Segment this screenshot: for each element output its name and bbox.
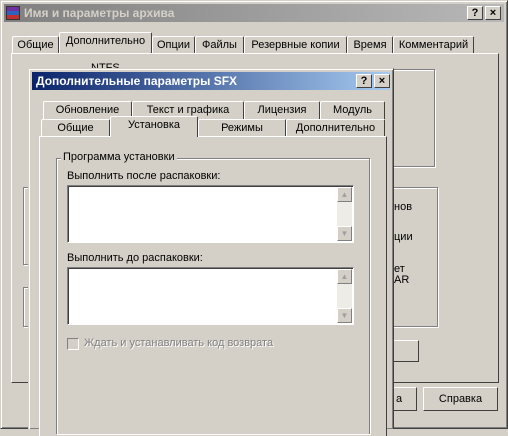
setup-tab-panel: Программа установки Выполнить после расп… xyxy=(39,136,387,436)
sfx-dialog-titlebar: Дополнительные параметры SFX ? × xyxy=(32,72,390,90)
tab-setup[interactable]: Установка xyxy=(110,116,198,137)
archive-help-caption-button[interactable]: ? xyxy=(467,6,483,20)
tab-backup[interactable]: Резервные копии xyxy=(244,36,347,54)
after-extract-label: Выполнить после распаковки: xyxy=(67,170,221,182)
help-button[interactable]: Справка xyxy=(423,387,498,411)
archive-window-titlebar: Имя и параметры архива ? × xyxy=(4,4,504,22)
setup-program-group: Программа установки Выполнить после расп… xyxy=(56,151,370,434)
sfx-options-dialog: Дополнительные параметры SFX ? × Обновле… xyxy=(28,68,394,436)
wait-exit-code-checkbox[interactable] xyxy=(67,338,79,350)
wait-exit-code-label: Ждать и устанавливать код возврата xyxy=(84,337,274,349)
tab-license[interactable]: Лицензия xyxy=(244,101,320,119)
winrar-app-icon xyxy=(6,6,20,20)
archive-window-title: Имя и параметры архива xyxy=(24,6,175,20)
tab-sfx-advanced[interactable]: Дополнительно xyxy=(286,119,385,137)
tab-comment[interactable]: Комментарий xyxy=(393,36,474,54)
before-extract-scrollbar[interactable]: ▲ ▼ xyxy=(337,269,352,323)
back-fragment-1: нов xyxy=(394,201,413,213)
tab-general[interactable]: Общие xyxy=(12,36,59,54)
archive-close-caption-button[interactable]: × xyxy=(485,6,501,20)
tab-time[interactable]: Время xyxy=(347,36,393,54)
tab-modes[interactable]: Режимы xyxy=(198,119,286,137)
back-fragment-2: ции xyxy=(394,231,413,243)
scroll-up-icon[interactable]: ▲ xyxy=(337,187,352,202)
setup-program-group-title: Программа установки xyxy=(61,151,177,163)
tab-files[interactable]: Файлы xyxy=(195,36,244,54)
scroll-up-icon[interactable]: ▲ xyxy=(337,269,352,284)
tab-module[interactable]: Модуль xyxy=(320,101,385,119)
after-extract-scrollbar[interactable]: ▲ ▼ xyxy=(337,187,352,241)
scroll-down-icon[interactable]: ▼ xyxy=(337,308,352,323)
sfx-dialog-title: Дополнительные параметры SFX xyxy=(36,74,238,88)
sfx-close-caption-button[interactable]: × xyxy=(374,74,390,88)
after-extract-input[interactable]: ▲ ▼ xyxy=(67,185,354,243)
before-extract-input[interactable]: ▲ ▼ xyxy=(67,267,354,325)
tab-sfx-general[interactable]: Общие xyxy=(41,119,110,137)
scroll-down-icon[interactable]: ▼ xyxy=(337,226,352,241)
tab-advanced[interactable]: Дополнительно xyxy=(59,32,152,53)
tab-options[interactable]: Опции xyxy=(152,36,195,54)
back-fragment-4: AR xyxy=(394,274,410,286)
before-extract-label: Выполнить до распаковки: xyxy=(67,252,203,264)
sfx-help-caption-button[interactable]: ? xyxy=(356,74,372,88)
